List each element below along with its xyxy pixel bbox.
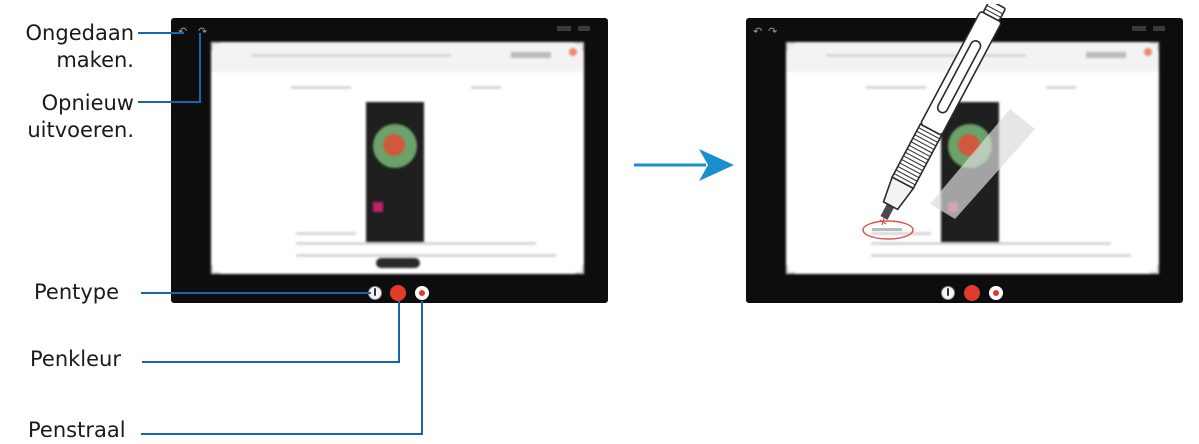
callout-pen-color: Penkleur <box>30 347 122 371</box>
callout-redo: Opnieuw uitvoeren. <box>27 91 134 142</box>
s-pen-stylus <box>880 4 1035 220</box>
pen-radius-icon[interactable] <box>415 286 429 300</box>
toolbar-text-right-2[interactable] <box>1153 26 1165 31</box>
pen-color-icon[interactable] <box>390 285 406 301</box>
redo-icon-right[interactable]: ↷ <box>768 25 777 38</box>
toolbar-text-left-1[interactable] <box>557 26 571 31</box>
pen-radius-icon-right[interactable] <box>989 286 1003 300</box>
pen-type-icon-right[interactable] <box>941 286 955 300</box>
arrow-right-icon <box>634 149 734 181</box>
toolbar-text-left-2[interactable] <box>578 26 590 31</box>
leader-pen-type <box>141 292 371 294</box>
callout-pen-radius: Penstraal <box>28 418 126 442</box>
callout-pen-type: Pentype <box>34 280 120 304</box>
undo-icon-right[interactable]: ↶ <box>753 25 762 38</box>
callout-undo: Ongedaan maken. <box>25 21 134 72</box>
screen-left <box>211 42 584 274</box>
tablet-left: ↶ ↷ <box>171 18 608 303</box>
pen-color-icon-right[interactable] <box>964 285 980 301</box>
leader-undo <box>138 32 184 34</box>
leader-redo <box>138 101 201 103</box>
toolbar-text-right-1[interactable] <box>1132 26 1146 31</box>
leader-pen-color <box>142 361 400 363</box>
leader-pen-radius <box>141 433 423 435</box>
